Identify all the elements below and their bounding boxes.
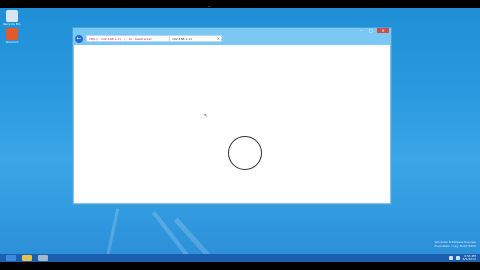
bottom-black-bar	[0, 262, 480, 270]
mouse-cursor-icon: ↖	[204, 113, 209, 119]
os-watermark: Windows 8 Release Preview Evaluation cop…	[434, 240, 476, 248]
desktop-icon-recycle-bin[interactable]: Recycle Bin	[2, 10, 22, 26]
desktop-icon-app[interactable]: Shortcut	[2, 28, 22, 44]
file-explorer-icon[interactable]	[22, 255, 32, 261]
network-icon[interactable]	[448, 256, 453, 260]
tab-close-icon[interactable]: ×	[217, 36, 221, 41]
internet-explorer-icon[interactable]	[6, 255, 16, 261]
page-content[interactable]: ↖	[74, 45, 390, 203]
tab-active[interactable]: 192.168.1.11 ×	[170, 35, 222, 42]
address-bar[interactable]: http:// · 192.168.1.11 · ◇ · fe · tasktr…	[86, 35, 170, 42]
desktop-icon-label: Shortcut	[5, 40, 19, 44]
tab-label: 192.168.1.11	[172, 36, 193, 41]
desktop: Recycle Bin Shortcut – □ ✕ ← http:// · 1…	[0, 8, 480, 262]
clock-date: 6/5/2012	[462, 257, 476, 261]
app-icon	[6, 28, 18, 40]
browser-window: – □ ✕ ← http:// · 192.168.1.11 · ◇ · fe …	[72, 27, 392, 205]
navigation-bar: ← http:// · 192.168.1.11 · ◇ · fe · task…	[75, 32, 389, 45]
top-black-bar: —	[0, 0, 480, 8]
loading-spinner-icon	[228, 136, 262, 170]
clock[interactable]: 4:54 PM 6/5/2012	[462, 254, 476, 262]
back-button[interactable]: ←	[75, 34, 83, 43]
watermark-line: Evaluation copy. Build 8400	[434, 244, 476, 248]
system-tray: 4:54 PM 6/5/2012	[448, 254, 476, 262]
light-streak	[173, 217, 212, 259]
desktop-icon-label: Recycle Bin	[3, 22, 21, 26]
taskbar: 4:54 PM 6/5/2012	[0, 254, 480, 262]
address-text: http:// · 192.168.1.11 · ◇ · fe · tasktr…	[89, 36, 152, 41]
recycle-icon[interactable]	[38, 255, 48, 261]
recycle-bin-icon	[6, 10, 18, 22]
volume-icon[interactable]	[455, 256, 460, 260]
